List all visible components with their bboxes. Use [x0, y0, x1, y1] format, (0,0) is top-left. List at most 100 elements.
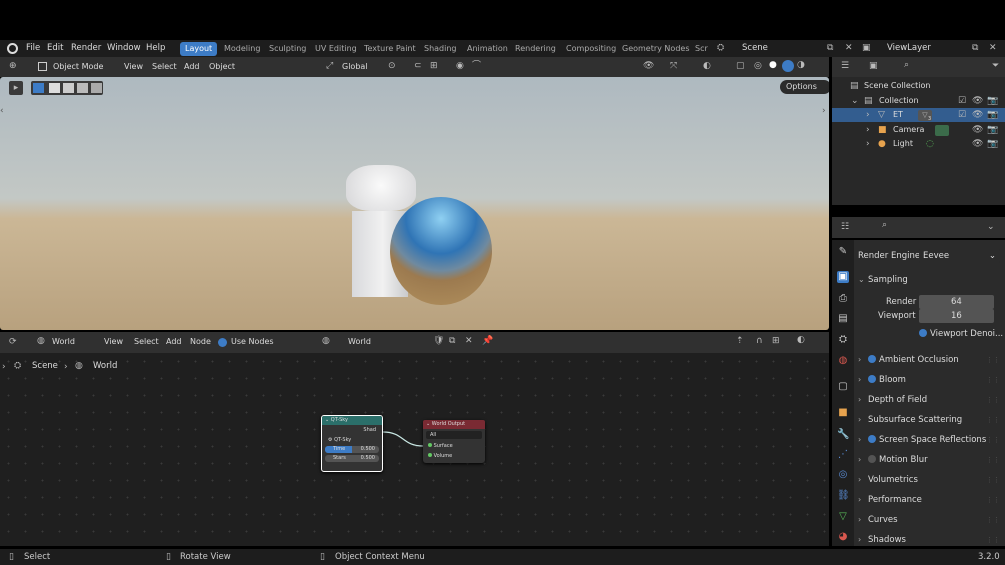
material-shading-icon[interactable] [782, 60, 794, 72]
object-mode-dropdown[interactable]: Object Mode [53, 57, 103, 77]
surface-socket-row[interactable]: Surface [423, 441, 485, 451]
tab-animation[interactable]: Animation [467, 42, 508, 56]
data-tab-icon[interactable]: ▽ [837, 511, 849, 523]
collection-tab-icon[interactable]: ▢ [837, 381, 849, 393]
volume-socket-icon[interactable] [428, 453, 432, 457]
rendered-shading-icon[interactable]: ◑ [797, 61, 805, 70]
panel-drag-handle-icon[interactable]: ⋮⋮ [986, 451, 1000, 469]
properties-options-icon[interactable]: ⌄ [987, 223, 995, 232]
et-checkbox-icon[interactable]: ☑ [958, 111, 966, 120]
panel-drag-handle-icon[interactable]: ⋮⋮ [986, 411, 1000, 429]
editor-type-icon[interactable]: ⊕ [9, 62, 17, 71]
camera-eye-icon[interactable]: 👁 [972, 126, 983, 135]
outliner-row-scene-collection[interactable]: ▤ Scene Collection [832, 79, 1005, 93]
new-world-icon[interactable]: ⧉ [449, 337, 455, 346]
panel-bloom[interactable]: › Bloom ⋮⋮ [858, 371, 1000, 389]
physics-tab-icon[interactable]: ◎ [837, 469, 849, 481]
render-tab-icon[interactable]: ▣ [837, 271, 849, 283]
panel-drag-handle-icon[interactable]: ⋮⋮ [986, 531, 1000, 549]
sky-node-header[interactable]: ⌄ QT-Sky [322, 416, 382, 425]
viewport-left-arrow-icon[interactable]: ‹ [0, 107, 4, 116]
surface-socket-icon[interactable] [428, 443, 432, 447]
scene-name[interactable]: Scene [742, 40, 768, 57]
expand-light-icon[interactable]: › [866, 140, 870, 149]
world-output-node[interactable]: ⌄ World Output All Surface Volume [423, 420, 485, 463]
select-new-icon[interactable] [33, 83, 44, 93]
monkey-mesh[interactable] [346, 165, 416, 211]
panel-drag-handle-icon[interactable]: ⋮⋮ [986, 391, 1000, 409]
panel-performance[interactable]: › Performance ⋮⋮ [858, 491, 1000, 509]
proportional-edit-icon[interactable]: ◉ [456, 62, 464, 71]
menu-edit[interactable]: Edit [47, 40, 63, 57]
world-output-target-dropdown[interactable]: All [426, 431, 482, 439]
et-eye-icon[interactable]: 👁 [972, 111, 983, 120]
panel-drag-handle-icon[interactable]: ⋮⋮ [986, 511, 1000, 529]
outliner-row-collection[interactable]: ⌄ ▤ Collection ☑ 👁 📷 [832, 94, 1005, 108]
outliner-row-light[interactable]: › ● Light ◌ 👁 📷 [832, 137, 1005, 151]
node-editor-type-icon[interactable]: ⟳ [9, 338, 17, 347]
panel-shadows[interactable]: › Shadows ⋮⋮ [858, 531, 1000, 549]
tab-uv-editing[interactable]: UV Editing [315, 42, 357, 56]
panel-drag-handle-icon[interactable]: ⋮⋮ [986, 371, 1000, 389]
et-camera-icon[interactable]: 📷 [987, 111, 998, 120]
node-editor[interactable]: › ⛭ Scene › ◍ World ⌄ QT-Sky Shad ⚙ QT-S… [0, 353, 829, 546]
sky-stars-field[interactable]: Stars 0.500 [325, 455, 379, 462]
viewport-samples-field[interactable]: 16 [919, 309, 994, 323]
tab-texture-paint[interactable]: Texture Paint [364, 42, 416, 56]
render-engine-dropdown[interactable]: Eevee ⌄ [919, 249, 1000, 263]
menu-render[interactable]: Render [71, 40, 101, 57]
visibility-icon[interactable]: 👁 [643, 62, 654, 71]
sky-time-field[interactable]: Time 0.500 [325, 446, 379, 453]
outliner-search-icon[interactable]: ⌕ [904, 61, 909, 70]
expand-et-icon[interactable]: › [866, 111, 870, 120]
tab-modeling[interactable]: Modeling [224, 42, 260, 56]
blender-logo-icon[interactable] [7, 43, 18, 54]
tab-scripting[interactable]: Scr [695, 42, 708, 56]
select-intersect-icon[interactable] [91, 83, 102, 93]
parent-node-tree-icon[interactable]: ⇡ [736, 337, 744, 346]
output-tab-icon[interactable]: ⎙ [837, 293, 849, 305]
panel-depth-of-field[interactable]: › Depth of Field ⋮⋮ [858, 391, 1000, 409]
sky-node-collapse-icon[interactable]: ⌄ [325, 417, 329, 423]
pivot-icon[interactable]: ⊙ [388, 62, 396, 71]
panel-enable-checkbox[interactable] [868, 375, 876, 383]
properties-editor-type-icon[interactable]: ☷ [841, 223, 849, 232]
view-layer-tab-icon[interactable]: ▤ [837, 313, 849, 325]
viewport-denoise-checkbox[interactable]: Viewport Denoi... [919, 329, 1003, 339]
expand-camera-icon[interactable]: › [866, 126, 870, 135]
light-render-icon[interactable]: 📷 [987, 140, 998, 149]
particles-tab-icon[interactable]: ⋰ [837, 449, 849, 461]
tab-layout[interactable]: Layout [180, 42, 218, 56]
node-snap-target-icon[interactable]: ⊞ [772, 337, 780, 346]
world-output-header[interactable]: ⌄ World Output [423, 420, 485, 429]
node-menu-node[interactable]: Node [190, 332, 211, 352]
filter-icon[interactable]: ⏷ [992, 62, 999, 71]
world-datablock-name[interactable]: World [348, 332, 371, 352]
light-eye-icon[interactable]: 👁 [972, 140, 983, 149]
menu-file[interactable]: File [26, 40, 40, 57]
sky-node[interactable]: ⌄ QT-Sky Shad ⚙ QT-Sky Time 0.500 Stars … [321, 415, 383, 472]
viewport-menu-add[interactable]: Add [184, 57, 200, 77]
falloff-icon[interactable]: ⌒ [472, 62, 481, 71]
panel-enable-checkbox[interactable] [868, 435, 876, 443]
outliner-editor-type-icon[interactable]: ☰ [841, 62, 849, 71]
xray-icon[interactable]: ▢ [736, 62, 745, 71]
menu-window[interactable]: Window [107, 40, 141, 57]
collection-eye-icon[interactable]: 👁 [972, 97, 983, 106]
3d-viewport[interactable]: ▸ Options ‹ › [0, 77, 829, 330]
tab-geometry-nodes[interactable]: Geometry Nodes [622, 42, 689, 56]
tab-sculpting[interactable]: Sculpting [269, 42, 306, 56]
node-menu-select[interactable]: Select [134, 332, 159, 352]
select-invert-icon[interactable] [77, 83, 88, 93]
viewport-menu-view[interactable]: View [124, 57, 143, 77]
viewport-denoise-toggle[interactable] [919, 329, 927, 337]
properties-search-icon[interactable]: ⌕ [882, 221, 887, 230]
fake-user-icon[interactable]: 🛡 [433, 337, 444, 346]
object-tab-icon[interactable]: ■ [837, 407, 849, 419]
node-overlay-icon[interactable]: ◐ [797, 336, 805, 345]
chrome-sphere[interactable] [390, 197, 492, 305]
orientation-dropdown[interactable]: Global [342, 57, 368, 77]
expand-collection-icon[interactable]: ⌄ [851, 97, 859, 106]
node-snap-icon[interactable]: ∩ [756, 337, 763, 346]
camera-render-icon[interactable]: 📷 [987, 126, 998, 135]
